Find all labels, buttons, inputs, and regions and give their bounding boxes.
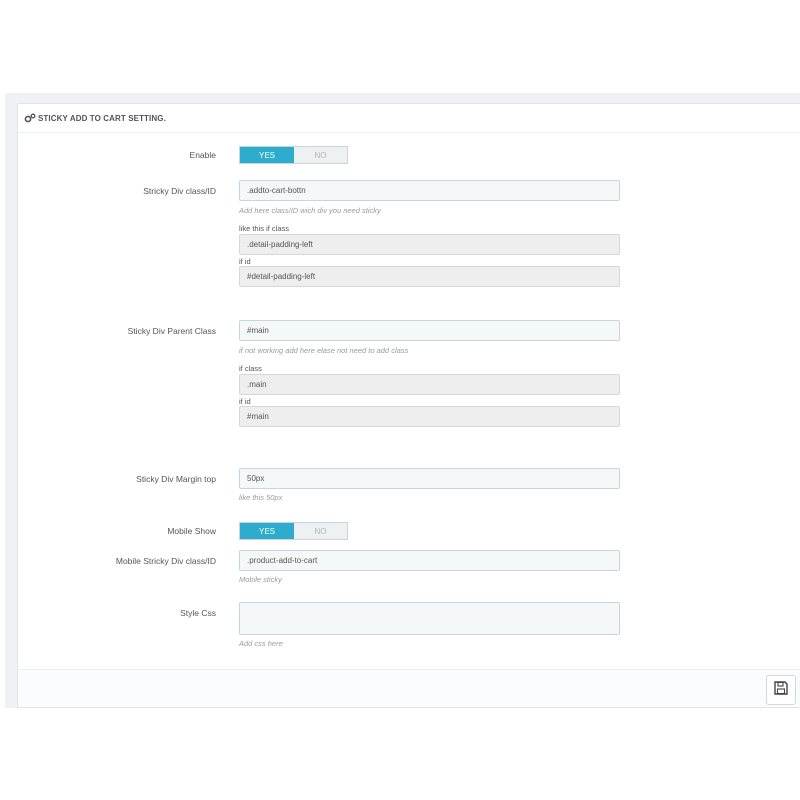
sticky-div-help: Add here class/ID wich div you need stic… bbox=[239, 206, 381, 215]
style-css-textarea[interactable] bbox=[239, 602, 620, 635]
enable-toggle[interactable]: YES NO bbox=[239, 146, 348, 164]
parent-class-label: Sticky Div Parent Class bbox=[127, 326, 216, 336]
enable-yes-option[interactable]: YES bbox=[240, 147, 294, 163]
parent-class-input[interactable]: #main bbox=[239, 320, 620, 341]
mobile-show-no-option[interactable]: NO bbox=[294, 523, 347, 539]
save-button[interactable] bbox=[766, 675, 796, 705]
enable-no-option[interactable]: NO bbox=[294, 147, 347, 163]
panel-header: STICKY ADD TO CART SETTING. bbox=[18, 104, 800, 133]
parent-class-id-label: if id bbox=[239, 397, 251, 406]
margin-top-input[interactable]: 50px bbox=[239, 468, 620, 489]
gears-icon bbox=[24, 113, 36, 123]
save-icon bbox=[773, 680, 789, 701]
mobile-div-label: Mobile Stricky Div class/ID bbox=[115, 556, 216, 566]
parent-class-class-example: .main bbox=[239, 374, 620, 395]
panel-footer bbox=[18, 669, 800, 707]
parent-class-help: if not working add here elase not need t… bbox=[239, 346, 409, 355]
sticky-div-class-label: like this if class bbox=[239, 224, 290, 233]
sticky-div-id-example: #detail-padding-left bbox=[239, 266, 620, 287]
sticky-div-id-label: if id bbox=[239, 257, 251, 266]
mobile-show-yes-option[interactable]: YES bbox=[240, 523, 294, 539]
mobile-show-toggle[interactable]: YES NO bbox=[239, 522, 348, 540]
mobile-div-help: Mobile sticky bbox=[239, 575, 282, 584]
style-css-help: Add css here bbox=[239, 639, 283, 648]
mobile-div-input[interactable]: .product-add-to-cart bbox=[239, 550, 620, 571]
margin-top-label: Sticky Div Margin top bbox=[136, 474, 216, 484]
settings-panel: STICKY ADD TO CART SETTING. Enable YES N… bbox=[17, 103, 800, 708]
sticky-div-class-example: .detail-padding-left bbox=[239, 234, 620, 255]
parent-class-id-example: #main bbox=[239, 406, 620, 427]
page-background: STICKY ADD TO CART SETTING. Enable YES N… bbox=[5, 93, 800, 708]
sticky-div-label: Stricky Div class/ID bbox=[143, 186, 216, 196]
style-css-label: Style Css bbox=[180, 608, 216, 618]
sticky-div-input[interactable]: .addto-cart-bottn bbox=[239, 180, 620, 201]
mobile-show-label: Mobile Show bbox=[167, 526, 216, 536]
parent-class-class-label: if class bbox=[239, 364, 262, 373]
panel-title: STICKY ADD TO CART SETTING. bbox=[38, 113, 166, 123]
enable-label: Enable bbox=[189, 150, 216, 160]
margin-top-help: like this 50px bbox=[239, 493, 283, 502]
